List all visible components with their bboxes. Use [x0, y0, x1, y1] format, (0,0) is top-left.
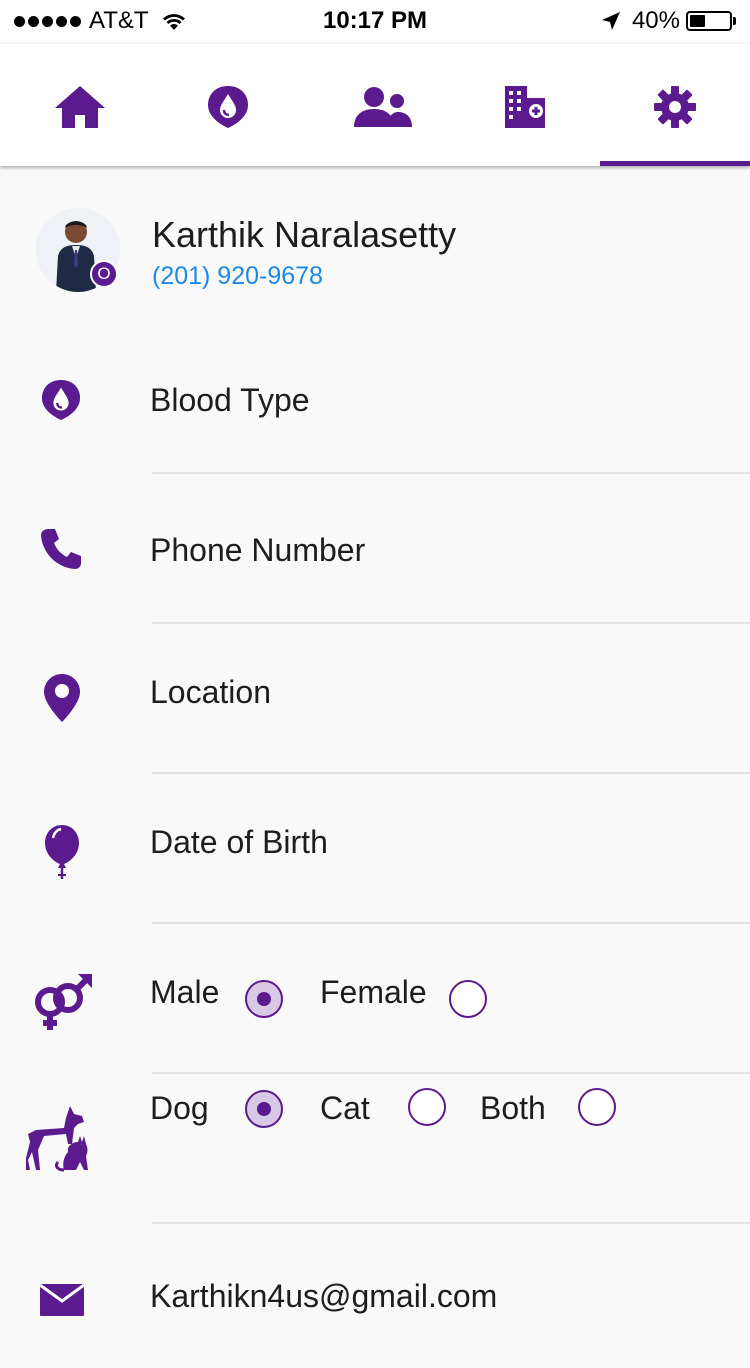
- status-bar: AT&T 10:17 PM 40%: [0, 0, 750, 42]
- gender-row: Male Female: [0, 924, 750, 1074]
- blood-drop-icon: [208, 86, 248, 128]
- date-of-birth-row[interactable]: Date of Birth: [0, 774, 750, 924]
- cat-label: Cat: [320, 1090, 370, 1126]
- blood-type-row[interactable]: Blood Type: [0, 356, 750, 474]
- profile-card[interactable]: O Karthik Naralasetty (201) 920-9678: [0, 206, 750, 306]
- female-radio[interactable]: [449, 980, 487, 1018]
- settings-content: O Karthik Naralasetty (201) 920-9678 Blo…: [0, 166, 750, 1368]
- female-label: Female: [320, 974, 427, 1010]
- dog-radio[interactable]: [245, 1090, 283, 1128]
- envelope-icon: [38, 1282, 86, 1318]
- tab-home[interactable]: [5, 44, 155, 166]
- tab-settings[interactable]: [600, 44, 750, 166]
- status-right: 40%: [600, 7, 736, 35]
- people-icon: [354, 87, 412, 127]
- tab-bar: [0, 44, 750, 166]
- phone-number-row[interactable]: Phone Number: [0, 474, 750, 624]
- date-of-birth-label: Date of Birth: [150, 824, 328, 860]
- phone-number-label: Phone Number: [150, 532, 366, 568]
- dog-label: Dog: [150, 1090, 209, 1126]
- both-label: Both: [480, 1090, 546, 1126]
- blood-group-badge: O: [90, 260, 118, 288]
- battery-icon: [686, 11, 732, 31]
- email-row[interactable]: Karthikn4us@gmail.com: [0, 1224, 750, 1368]
- email-label: Karthikn4us@gmail.com: [150, 1278, 498, 1314]
- dog-cat-icon: [24, 1104, 92, 1174]
- cat-radio[interactable]: [408, 1088, 446, 1126]
- map-pin-icon: [42, 672, 82, 724]
- gender-icon: [32, 972, 94, 1034]
- battery-cap: [733, 17, 736, 25]
- male-label: Male: [150, 974, 220, 1010]
- location-row[interactable]: Location: [0, 624, 750, 774]
- location-label: Location: [150, 674, 271, 710]
- blood-type-label: Blood Type: [150, 382, 310, 418]
- both-radio[interactable]: [578, 1088, 616, 1126]
- blood-drop-icon: [40, 378, 82, 422]
- home-icon: [55, 86, 105, 128]
- hospital-icon: [505, 86, 545, 128]
- tab-people[interactable]: [308, 44, 458, 166]
- profile-name: Karthik Naralasetty: [152, 214, 457, 255]
- phone-icon: [38, 526, 84, 572]
- battery-percent: 40%: [631, 7, 680, 34]
- pets-row: Dog Cat Both: [0, 1074, 750, 1224]
- gear-icon: [654, 86, 696, 128]
- profile-phone[interactable]: (201) 920-9678: [152, 262, 323, 291]
- tab-blood[interactable]: [153, 44, 303, 166]
- tab-hospital[interactable]: [450, 44, 600, 166]
- balloon-icon: [44, 824, 80, 880]
- location-arrow-icon: [601, 12, 620, 30]
- male-radio[interactable]: [245, 980, 283, 1018]
